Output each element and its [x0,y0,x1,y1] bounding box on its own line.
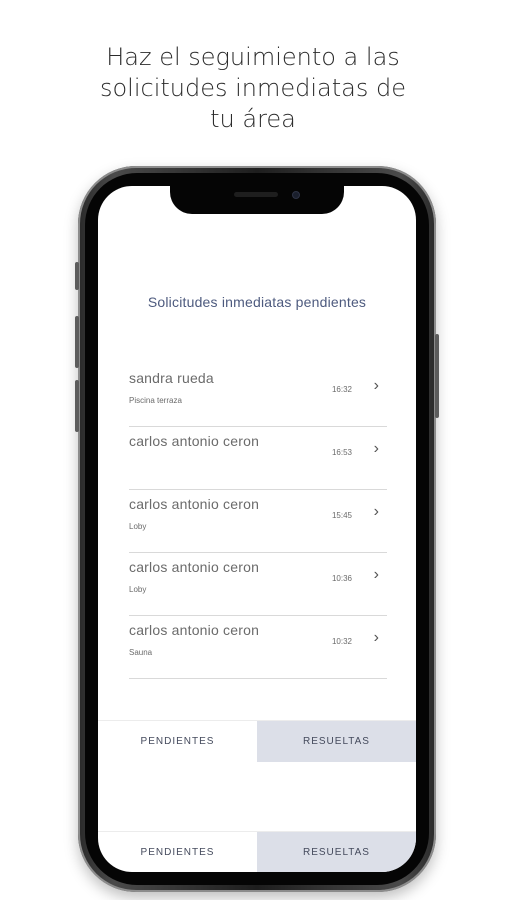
volume-down-button [75,380,79,432]
headline: Haz el seguimiento a las solicitudes inm… [0,42,506,135]
list-item[interactable]: sandra rueda Piscina terraza 16:32 › [129,364,387,427]
requester-name: carlos antonio ceron [129,433,260,449]
page-title: Solicitudes inmediatas pendientes [147,294,367,310]
request-time: 10:32 [331,637,352,646]
request-time: 15:45 [331,511,352,520]
tab-pending[interactable]: PENDIENTES [98,721,257,762]
chevron-right-icon[interactable]: › [374,566,379,584]
phone-notch [170,180,344,214]
mute-switch [75,262,79,290]
request-location: Loby [129,522,147,531]
camera-icon [292,191,300,199]
power-button [435,334,439,418]
requester-name: sandra rueda [129,370,214,386]
headline-line-3: tu área [210,105,296,133]
tab-resolved[interactable]: RESUELTAS [257,721,416,762]
requester-name: carlos antonio ceron [129,496,260,512]
requester-name: carlos antonio ceron [129,559,260,575]
list-item[interactable]: carlos antonio ceron Loby 10:36 › [129,553,387,616]
promo-screenshot: Haz el seguimiento a las solicitudes inm… [0,0,506,900]
list-item[interactable]: carlos antonio ceron Loby 15:45 › [129,490,387,553]
phone-screen: Solicitudes inmediatas pendientes sandra… [98,186,416,872]
tab-pending-bottom[interactable]: PENDIENTES [98,832,257,872]
tab-resolved-bottom[interactable]: RESUELTAS [257,832,416,872]
request-location: Sauna [129,648,153,657]
request-location: Loby [129,585,147,594]
volume-up-button [75,316,79,368]
chevron-right-icon[interactable]: › [374,629,379,647]
speaker-grille [234,192,278,197]
request-location: Piscina terraza [129,396,182,405]
list-item[interactable]: carlos antonio ceron Sauna 10:32 › [129,616,387,679]
headline-line-1: Haz el seguimiento a las [106,43,400,71]
list-item[interactable]: carlos antonio ceron 16:53 › [129,427,387,490]
tab-bar-bottom: PENDIENTES RESUELTAS [98,831,416,872]
chevron-right-icon[interactable]: › [374,503,379,521]
request-time: 16:32 [331,385,352,394]
chevron-right-icon[interactable]: › [374,377,379,395]
requester-name: carlos antonio ceron [129,622,260,638]
request-time: 10:36 [331,574,352,583]
headline-line-2: solicitudes inmediatas de [99,74,407,102]
request-list: sandra rueda Piscina terraza 16:32 › car… [129,364,387,679]
tab-bar: PENDIENTES RESUELTAS [98,720,416,762]
request-time: 16:53 [331,448,352,457]
chevron-right-icon[interactable]: › [374,440,379,458]
